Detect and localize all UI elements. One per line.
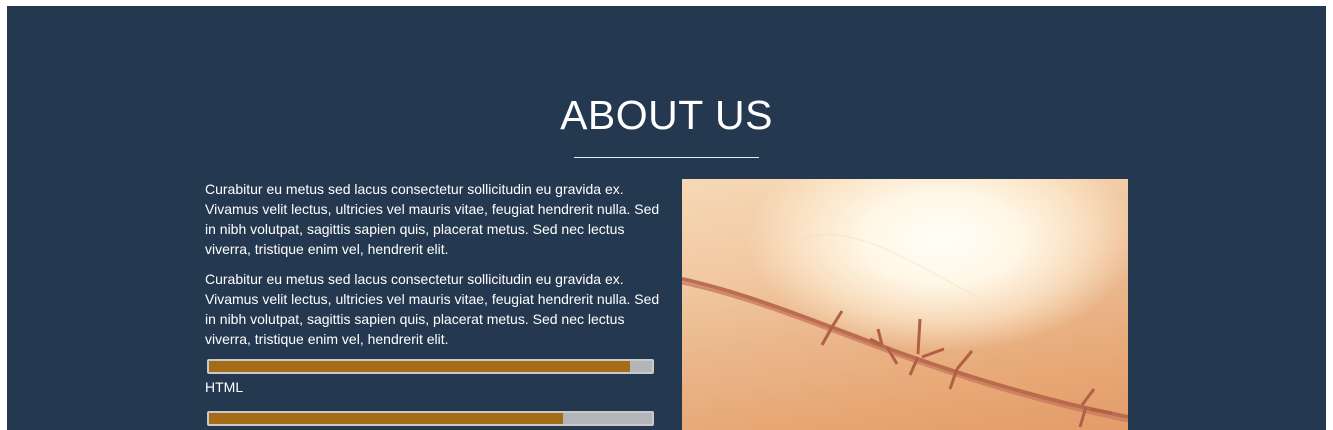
skill-label: HTML [205,379,244,395]
about-text-column: Curabitur eu metus sed lacus consectetur… [205,179,660,430]
section-title: ABOUT US [560,92,773,138]
skill-progress-bar [207,411,654,426]
skill-progress-fill [209,413,564,424]
barbed-wire-illustration [682,234,1128,428]
about-paragraph: Curabitur eu metus sed lacus consectetur… [205,271,660,347]
skill-progress-bar [207,359,654,374]
barbed-wire-photo [682,179,1128,430]
title-divider [574,157,759,158]
skill-item [205,411,660,426]
about-section: ABOUT US Curabitur eu metus sed lacus co… [7,6,1326,430]
skill-progress-fill [209,361,630,372]
skill-html: HTML [205,359,660,397]
about-paragraph: Curabitur eu metus sed lacus consectetur… [205,181,660,257]
